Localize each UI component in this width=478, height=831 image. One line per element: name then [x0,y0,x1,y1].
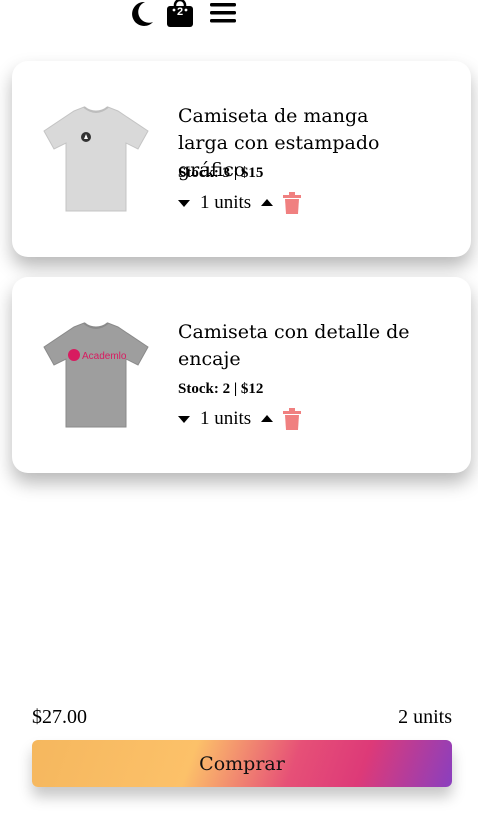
product-image: Academlo [43,322,149,428]
quantity-value: 1 units [200,192,252,213]
buy-button[interactable]: Comprar [32,740,452,787]
cart-item: Camiseta de manga larga con estampado gr… [12,61,471,257]
product-image [43,106,149,212]
decrease-quantity-icon[interactable] [178,197,190,209]
moon-icon[interactable] [127,0,155,28]
hamburger-menu-icon[interactable] [209,0,237,28]
cart-count-badge: 2 [176,6,184,18]
cart-total-units: 2 units [398,706,452,728]
cart-button[interactable]: 2 [166,0,194,28]
trash-icon[interactable] [283,192,302,214]
decrease-quantity-icon[interactable] [178,413,190,425]
cart-total: $27.00 [32,706,87,728]
product-stock-price: Stock: 3 | $15 [178,165,264,181]
product-stock-price: Stock: 2 | $12 [178,381,264,397]
quantity-stepper: 1 units [178,191,302,215]
logo-text: Academlo [82,351,127,362]
top-navigation: 2 [0,0,478,30]
increase-quantity-icon[interactable] [261,413,274,425]
trash-icon[interactable] [283,408,302,430]
increase-quantity-icon[interactable] [261,197,274,209]
quantity-value: 1 units [200,408,252,429]
cart-item: Academlo Camiseta con detalle de encaje … [12,277,471,473]
quantity-stepper: 1 units [178,407,302,431]
product-name: Camiseta con detalle de encaje [178,321,410,370]
